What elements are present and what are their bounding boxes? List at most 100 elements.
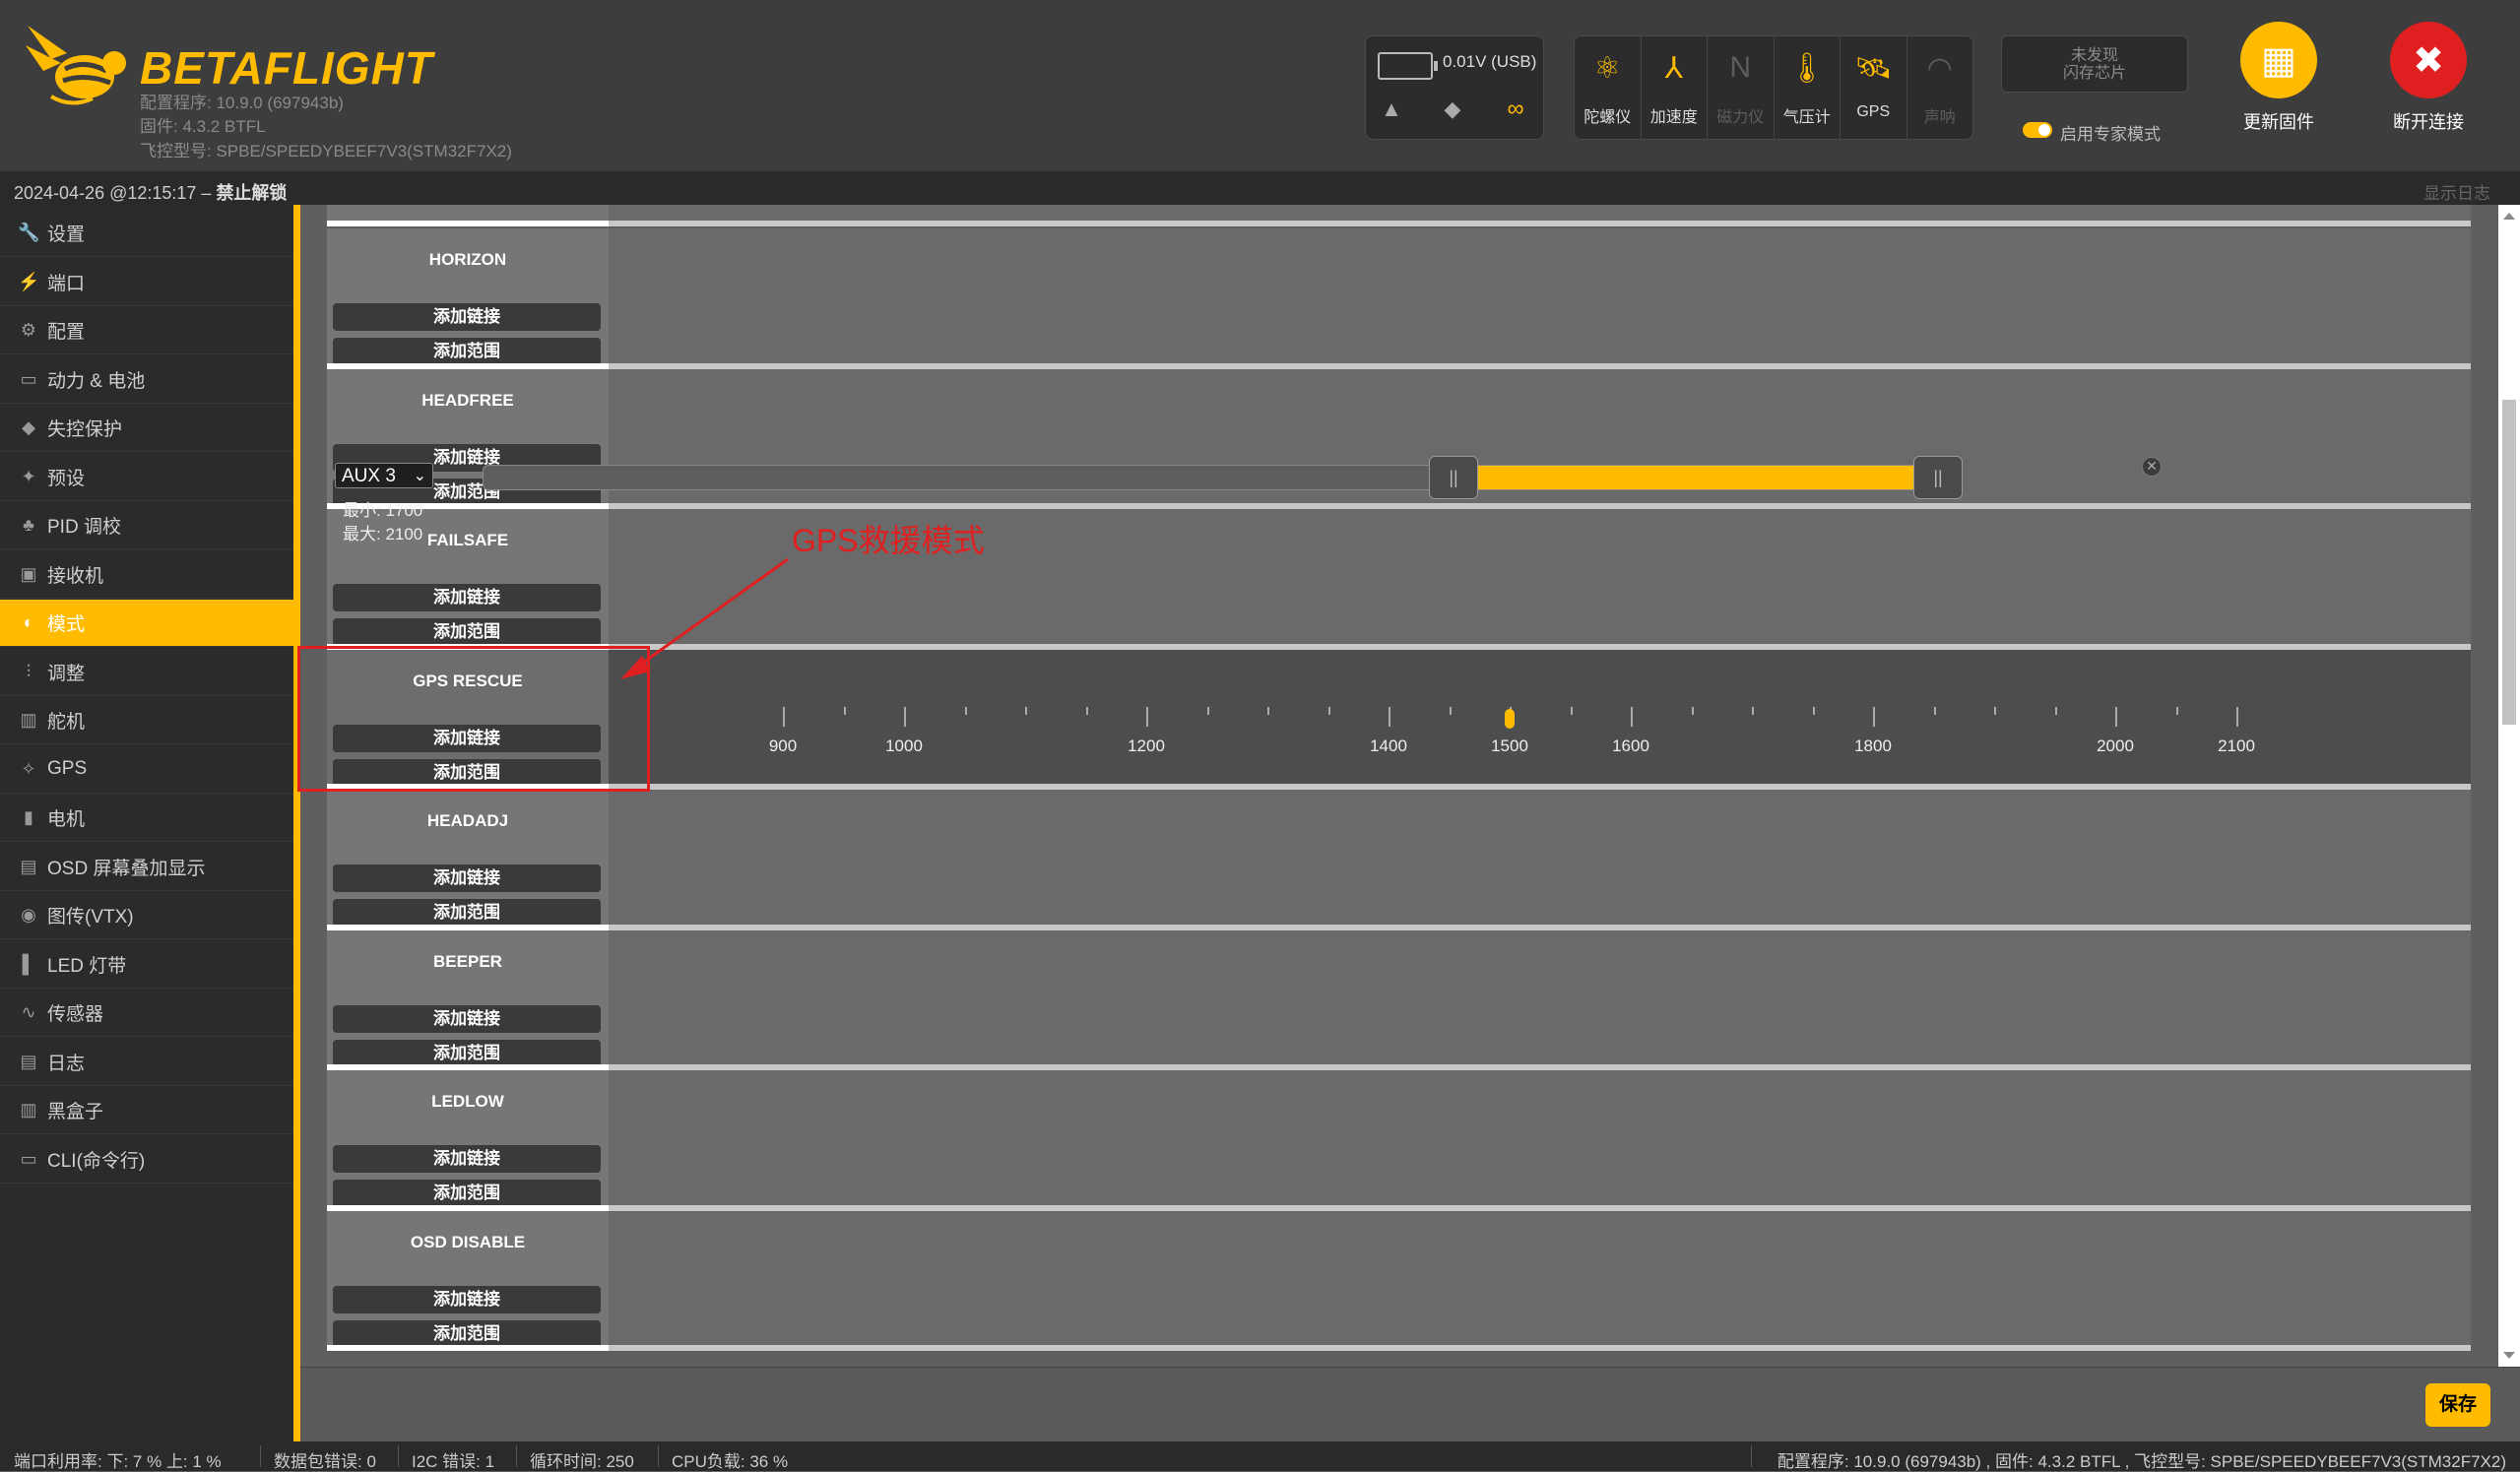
sidebar-item-label: 舵机	[47, 712, 86, 733]
scale-tick	[843, 707, 846, 715]
log-icon: ▤	[20, 1051, 37, 1071]
sidebar-item-5[interactable]: ✦ 预设	[0, 454, 297, 501]
add-link-button[interactable]: 添加链接	[333, 303, 601, 331]
sidebar-item-label: 接收机	[47, 565, 104, 587]
mode-separator	[327, 1345, 2471, 1351]
add-range-button[interactable]: 添加范围	[333, 899, 601, 927]
save-button[interactable]: 保存	[2425, 1383, 2490, 1427]
mode-label-column: OSD DISABLE 添加链接 添加范围	[327, 1210, 609, 1348]
osd-icon: ▤	[20, 856, 37, 876]
add-link-button[interactable]: 添加链接	[333, 1145, 601, 1173]
scroll-down-arrow[interactable]	[2503, 1352, 2515, 1359]
dataflash-status: 未发现 闪存芯片	[2001, 35, 2188, 93]
gyro-icon: ⚛	[1593, 51, 1621, 85]
parachute-icon: ◆	[22, 417, 35, 437]
cycle-time: 循环时间: 250	[530, 1452, 634, 1471]
scale-tick	[1085, 707, 1088, 715]
scroll-up-arrow[interactable]	[2503, 213, 2515, 220]
datetime-status: 2024-04-26 @12:15:17 – 禁止解锁	[14, 183, 288, 203]
sidebar-item-11[interactable]: ✧ GPS	[0, 746, 297, 794]
sonar-icon: ◠	[1926, 51, 1953, 85]
channel-select[interactable]: AUX 3 ⌄	[335, 463, 433, 488]
sidebar-item-7[interactable]: ▣ 接收机	[0, 551, 297, 599]
sidebar-item-9[interactable]: ⫶ 调整	[0, 649, 297, 696]
sidebar-item-4[interactable]: ◆ 失控保护	[0, 405, 297, 452]
scale-tick	[1752, 707, 1754, 715]
scale-tick	[2115, 707, 2117, 727]
add-range-button[interactable]: 添加范围	[333, 618, 601, 646]
update-firmware-button[interactable]: ▦ 更新固件	[2210, 22, 2348, 134]
range-min-handle[interactable]: ||	[1429, 456, 1478, 499]
show-log-link[interactable]: 显示日志	[2423, 179, 2490, 204]
sidebar-item-2[interactable]: ⚙ 配置	[0, 307, 297, 354]
sidebar-item-label: 调整	[47, 663, 86, 684]
scale-tick-label: 2000	[2097, 736, 2134, 755]
add-link-button[interactable]: 添加链接	[333, 1004, 601, 1033]
sidebar-item-10[interactable]: ▥ 舵机	[0, 697, 297, 744]
wrench-icon: 🔧	[18, 223, 40, 242]
arming-status: 禁止解锁	[216, 183, 288, 203]
mode-range-area	[609, 790, 2471, 925]
add-range-button[interactable]: 添加范围	[333, 1180, 601, 1207]
scale-tick	[1933, 707, 1936, 715]
add-range-button[interactable]: 添加范围	[333, 1039, 601, 1067]
range-max-handle[interactable]: ||	[1913, 456, 1963, 499]
betaflight-bee-logo	[26, 26, 126, 105]
range-slider[interactable]: || ||	[483, 456, 1963, 499]
sidebar-item-label: 失控保护	[47, 419, 123, 440]
scroll-thumb[interactable]	[2502, 400, 2516, 725]
disconnect-button[interactable]: ✖ 断开连接	[2359, 22, 2497, 134]
scale-tick-label: 1200	[1128, 736, 1165, 755]
receiver-icon: ▣	[20, 563, 37, 584]
scale-tick	[1389, 707, 1390, 727]
app-header: BETAFLIGHT 配置程序: 10.9.0 (697943b) 固件: 4.…	[0, 0, 2520, 171]
gear-icon: ⚙	[20, 320, 37, 340]
sidebar-item-12[interactable]: ▮ 电机	[0, 795, 297, 842]
sidebar-item-15[interactable]: ▌ LED 灯带	[0, 941, 297, 989]
sensor-gyro: ⚛ 陀螺仪	[1575, 36, 1642, 139]
sidebar-item-8[interactable]: ◐ 模式	[0, 600, 297, 647]
annotation-label: GPS救援模式	[792, 523, 985, 558]
sidebar-item-16[interactable]: ∿ 传感器	[0, 990, 297, 1037]
scale-tick-label: 1000	[885, 736, 923, 755]
link-icon: ∞	[1507, 96, 1524, 122]
expert-mode-toggle[interactable]	[2023, 122, 2052, 138]
content-scrollbar[interactable]	[2498, 205, 2520, 1367]
range-min-label: 最小: 1700	[343, 501, 423, 520]
sidebar-item-17[interactable]: ▤ 日志	[0, 1039, 297, 1086]
sensor-sonar: ◠ 声呐	[1907, 36, 1973, 139]
sidebar-item-label: 端口	[47, 273, 86, 294]
bottom-toolbar: 保存	[300, 1367, 2520, 1442]
add-range-button[interactable]: 添加范围	[333, 1319, 601, 1348]
add-range-button[interactable]: 添加范围	[333, 338, 601, 365]
sidebar-item-label: LED 灯带	[47, 955, 127, 977]
add-link-button[interactable]: 添加链接	[333, 864, 601, 892]
i2c-error: I2C 错误: 1	[412, 1452, 495, 1471]
mode-name: HEADFREE	[421, 390, 514, 410]
add-link-button[interactable]: 添加链接	[333, 584, 601, 611]
motor-icon: ▮	[24, 807, 33, 827]
sidebar-item-13[interactable]: ▤ OSD 屏幕叠加显示	[0, 844, 297, 891]
sidebar-item-label: PID 调校	[47, 517, 121, 538]
add-link-button[interactable]: 添加链接	[333, 1285, 601, 1313]
mode-name: BEEPER	[433, 951, 502, 971]
blackbox-icon: ▥	[20, 1100, 37, 1120]
mode-range-area	[609, 1070, 2471, 1205]
battery-panel: 0.01V (USB) ▲ ◆ ∞	[1365, 35, 1544, 140]
sidebar-item-19[interactable]: ▭ CLI(命令行)	[0, 1136, 297, 1184]
cpu-load: CPU负载: 36 %	[672, 1452, 789, 1471]
scale-tick	[1146, 707, 1148, 727]
version-info: 配置程序: 10.9.0 (697943b) , 固件: 4.3.2 BTFL …	[1777, 1452, 2506, 1471]
sidebar-item-0[interactable]: 🔧 设置	[0, 210, 297, 257]
sidebar-item-6[interactable]: ♣ PID 调校	[0, 502, 297, 549]
port-utilization: 端口利用率: 下: 7 % 上: 1 %	[14, 1452, 222, 1471]
mode-label-column: LEDLOW 添加链接 添加范围	[327, 1070, 609, 1207]
mode-name: HORIZON	[428, 250, 507, 269]
sidebar-item-14[interactable]: ◉ 图传(VTX)	[0, 892, 297, 939]
antenna-icon: ◉	[21, 905, 36, 925]
sidebar-item-3[interactable]: ▭ 动力 & 电池	[0, 356, 297, 404]
remove-range-button[interactable]: ✕	[2142, 457, 2162, 477]
sidebar-item-18[interactable]: ▥ 黑盒子	[0, 1087, 297, 1134]
sidebar-item-1[interactable]: ⚡ 端口	[0, 259, 297, 306]
scale-tick	[2054, 707, 2057, 715]
